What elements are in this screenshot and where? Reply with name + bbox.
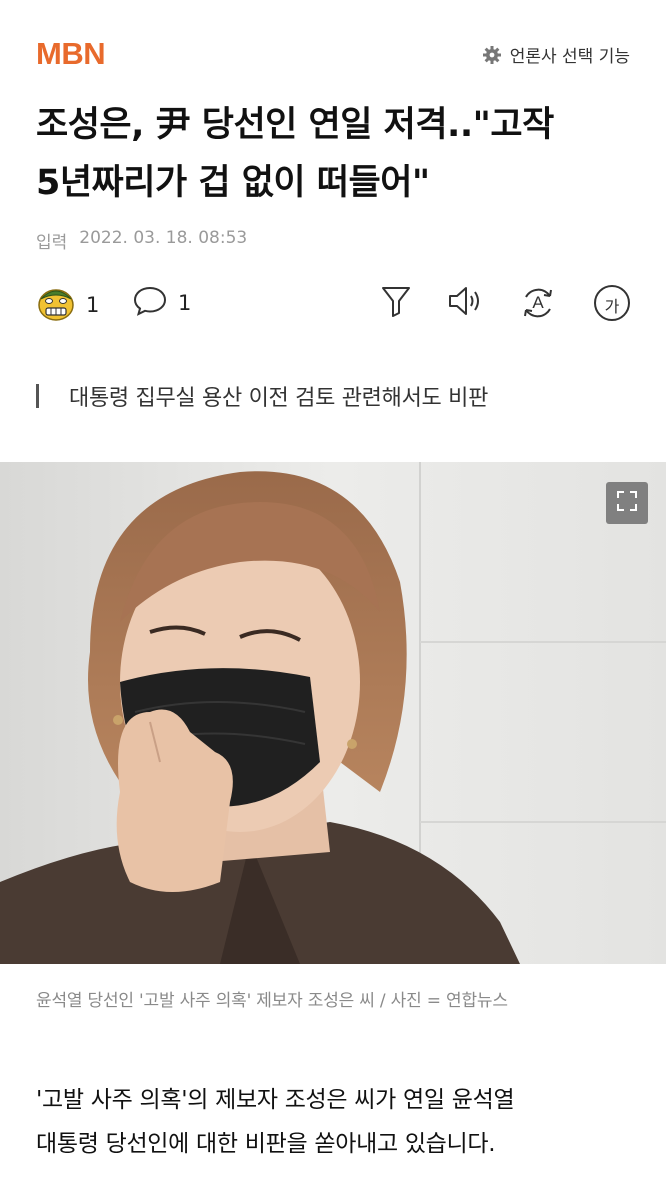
date-value: 2022. 03. 18. 08:53	[79, 228, 248, 248]
filter-icon	[380, 284, 412, 322]
article-body: '고발 사주 의혹'의 제보자 조성은 씨가 연일 윤석열 대통령 당선인에 대…	[36, 1078, 636, 1166]
expand-photo-button[interactable]	[606, 482, 648, 524]
article-dateline: 입력 2022. 03. 18. 08:53	[36, 228, 247, 253]
article-subtitle: 대통령 집무실 용산 이전 검토 관련해서도 비판	[36, 380, 488, 412]
comment-icon	[132, 283, 168, 323]
headline-line-1: 조성은, 尹 당선인 연일 저격.."고작	[36, 105, 554, 145]
speaker-icon	[446, 284, 486, 322]
fullscreen-icon	[615, 489, 639, 517]
press-logo[interactable]: MBN	[36, 36, 106, 72]
gear-icon	[482, 45, 502, 65]
font-size-glyph: 가	[604, 297, 620, 316]
press-select-button[interactable]: 언론사 선택 기능	[482, 42, 630, 67]
subtitle-bar	[36, 384, 39, 408]
date-label: 입력	[36, 233, 68, 253]
reaction-button[interactable]: 1	[36, 283, 99, 327]
reaction-count: 1	[86, 293, 100, 317]
body-line-2: 대통령 당선인에 대한 비판을 쏟아내고 있습니다.	[36, 1131, 496, 1157]
comment-count: 1	[178, 291, 192, 315]
translate-glyph: A	[532, 293, 544, 312]
body-line-1: '고발 사주 의혹'의 제보자 조성은 씨가 연일 윤석열	[36, 1087, 515, 1113]
summary-button[interactable]	[376, 283, 416, 323]
font-size-button[interactable]: 가	[592, 283, 632, 323]
font-size-icon: 가	[592, 283, 632, 323]
translate-button[interactable]: A	[518, 283, 558, 323]
article-actions: 1 1 A 가	[36, 283, 636, 331]
comment-button[interactable]: 1	[132, 283, 191, 323]
top-bar: MBN 언론사 선택 기능	[0, 0, 666, 100]
headline-line-2: 5년짜리가 겁 없이 떠들어"	[36, 163, 430, 203]
translate-icon: A	[518, 283, 558, 323]
text-to-speech-button[interactable]	[446, 283, 486, 323]
subtitle-text: 대통령 집무실 용산 이전 검토 관련해서도 비판	[69, 386, 489, 411]
photo-caption: 윤석열 당선인 '고발 사주 의혹' 제보자 조성은 씨 / 사진 = 연합뉴스	[36, 991, 508, 1011]
emoji-reaction-icon	[36, 283, 76, 327]
press-select-label: 언론사 선택 기능	[509, 47, 630, 67]
article-photo	[0, 462, 666, 964]
article-headline: 조성은, 尹 당선인 연일 저격.."고작 5년짜리가 겁 없이 떠들어"	[36, 96, 636, 212]
